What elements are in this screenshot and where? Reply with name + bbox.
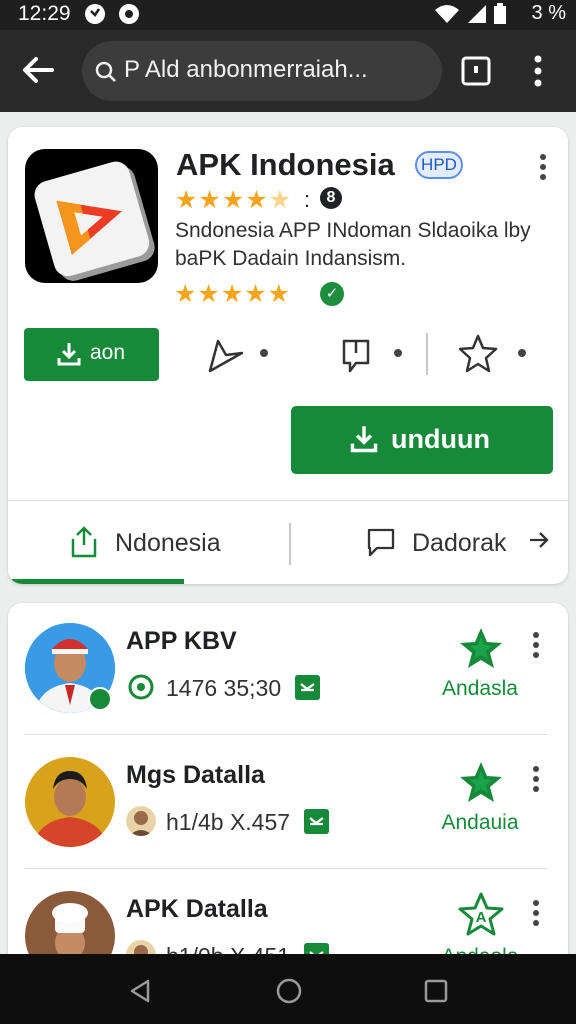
tab-share-label: Ndonesia: [115, 529, 221, 557]
item-meta: h1/4b X.457: [166, 809, 291, 835]
app-detail-card: APK Indonesia HPD ★★★★★ : 8 Sndonesia AP…: [8, 127, 568, 584]
install-button-label: unduun: [391, 424, 490, 454]
more-options-icon[interactable]: [532, 765, 540, 793]
divider: [426, 333, 428, 375]
rating-stars-full: ★★★★★: [174, 280, 292, 308]
active-tab-indicator: [8, 579, 184, 584]
online-status-icon: [88, 687, 112, 711]
browser-toolbar: P Ald anbonmerraiah...: [0, 30, 576, 112]
install-button[interactable]: unduun: [291, 406, 553, 474]
download-icon: [57, 343, 81, 366]
url-text: P Ald anbonmerraiah...: [124, 56, 368, 83]
battery-percent: 3 %: [531, 2, 566, 24]
app-title: APK Indonesia: [176, 147, 395, 182]
star-favorite-icon[interactable]: [458, 625, 504, 671]
star-icon[interactable]: [458, 333, 498, 373]
download-icon: [350, 426, 378, 453]
search-refresh-icon: [128, 674, 154, 700]
divider: [25, 734, 547, 735]
item-title: APK Datalla: [126, 895, 268, 923]
tab-share[interactable]: Ndonesia: [68, 523, 268, 563]
nav-home-icon[interactable]: [276, 978, 302, 1004]
divider: [25, 868, 547, 869]
overflow-menu-icon[interactable]: [528, 54, 548, 88]
notification-icon-2: [119, 4, 139, 24]
app-logo-icon: [25, 149, 158, 283]
verified-badge-icon: [295, 675, 320, 700]
system-nav-bar: [0, 954, 576, 1024]
action-dot: [260, 349, 268, 357]
more-options-icon[interactable]: [532, 899, 540, 927]
tab-report[interactable]: Dadorak: [366, 523, 556, 563]
back-arrow-icon[interactable]: [20, 52, 56, 88]
star-outline-icon[interactable]: A: [458, 891, 504, 937]
item-action[interactable]: Andauia: [436, 811, 524, 835]
rating-count: 8: [320, 187, 342, 209]
avatar: [25, 757, 115, 847]
svg-text:A: A: [476, 909, 487, 926]
comment-icon: [367, 528, 395, 557]
rating-separator: :: [304, 187, 311, 212]
address-bar[interactable]: P Ald anbonmerraiah...: [82, 41, 442, 101]
list-item[interactable]: Mgs Datalla h1/4b X.457 Andauia: [8, 737, 568, 871]
more-options-icon[interactable]: [539, 153, 547, 181]
verified-badge-icon: [304, 809, 329, 834]
status-bar: 12:29 3 %: [0, 0, 576, 30]
nav-back-icon[interactable]: [128, 978, 152, 1004]
status-time: 12:29: [18, 2, 71, 25]
more-options-icon[interactable]: [532, 631, 540, 659]
tab-switcher-icon[interactable]: [460, 55, 492, 87]
divider: [8, 500, 568, 501]
item-action[interactable]: Andasla: [436, 677, 524, 701]
item-title: APP KBV: [126, 627, 237, 655]
wifi-icon: [435, 5, 459, 23]
notification-icon: [85, 4, 105, 24]
download-small-button[interactable]: aon: [24, 328, 159, 381]
app-description: Sndonesia APP INdoman Sldaoika lby baPK …: [175, 219, 531, 270]
bookmark-icon[interactable]: [336, 335, 376, 375]
download-small-label: aon: [90, 341, 126, 364]
nav-recents-icon[interactable]: [424, 979, 448, 1003]
search-icon: [95, 61, 116, 82]
battery-icon: [494, 3, 506, 24]
rating-stars: ★★★★★: [175, 186, 293, 214]
app-badge: HPD: [415, 151, 463, 179]
list-item[interactable]: APP KBV 1476 35;30 Andasla: [8, 603, 568, 737]
tab-report-label: Dadorak: [412, 529, 507, 557]
item-title: Mgs Datalla: [126, 761, 265, 789]
action-dot: [394, 349, 402, 357]
action-dot: [518, 349, 526, 357]
verified-check-icon: ✓: [320, 282, 344, 306]
divider: [289, 523, 291, 565]
star-favorite-icon[interactable]: [458, 759, 504, 805]
signal-icon: [468, 5, 486, 23]
share-upload-icon: [71, 526, 97, 558]
arrow-right-icon: [530, 532, 549, 548]
user-avatar-small-icon: [126, 806, 156, 836]
item-meta: 1476 35;30: [166, 675, 282, 701]
share-send-icon[interactable]: [206, 335, 246, 375]
